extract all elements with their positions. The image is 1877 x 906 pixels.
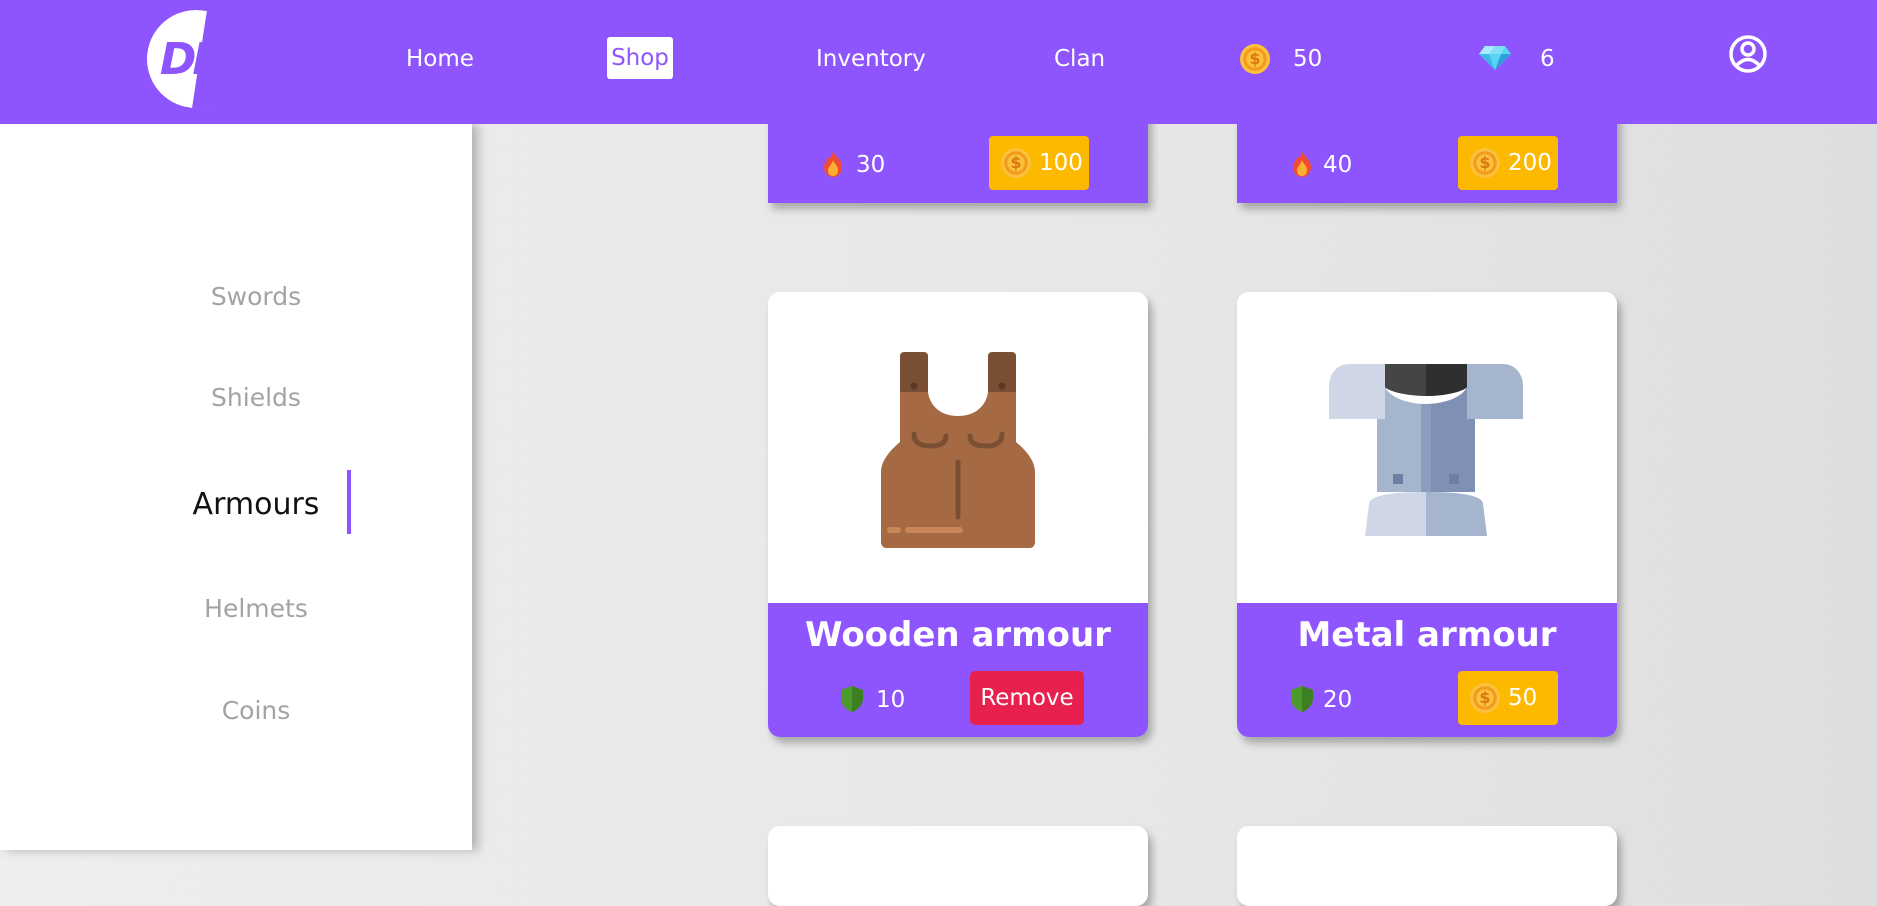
logo-text: DM (159, 34, 236, 85)
card-footer: Metal armour 20 50 (1237, 603, 1617, 737)
metal-armour-icon (1329, 364, 1523, 536)
sidebar-item-armours[interactable]: Armours (0, 485, 512, 525)
nav-shop[interactable]: Shop (607, 37, 673, 79)
sidebar-item-swords[interactable]: Swords (0, 281, 512, 313)
coin-icon (1240, 44, 1270, 74)
fire-icon (1293, 151, 1311, 177)
sidebar-item-helmets[interactable]: Helmets (0, 593, 512, 625)
shop-card-metal-armour: Metal armour 20 50 (1237, 292, 1617, 737)
coin-icon (1001, 148, 1031, 178)
logo[interactable]: DM (143, 10, 249, 108)
shop-card-wooden-armour: Wooden armour 10 Remove (768, 292, 1148, 737)
diamond-icon (1479, 46, 1511, 70)
gem-balance: 6 (1540, 46, 1555, 72)
nav-inventory[interactable]: Inventory (816, 44, 926, 74)
shop-card (1237, 826, 1617, 906)
active-indicator (347, 470, 351, 534)
buy-button[interactable]: 50 (1458, 671, 1558, 725)
stat-value: 10 (876, 687, 906, 713)
card-image-area (1237, 292, 1617, 603)
buy-button[interactable]: 100 (989, 136, 1089, 190)
price-label: 100 (1039, 150, 1083, 176)
nav-home[interactable]: Home (406, 44, 474, 74)
shield-icon (841, 686, 863, 712)
coin-icon (1470, 148, 1500, 178)
card-footer: Wooden armour 10 Remove (768, 603, 1148, 737)
stat-value: 30 (856, 152, 886, 178)
category-sidebar: Swords Shields Armours Helmets Coins (0, 124, 472, 850)
sidebar-item-coins[interactable]: Coins (0, 695, 512, 727)
shop-card (768, 826, 1148, 906)
remove-button[interactable]: Remove (970, 671, 1084, 725)
stat-value: 20 (1323, 687, 1353, 713)
top-navbar: DM Home Shop Inventory Clan 50 6 (0, 0, 1877, 124)
item-name: Wooden armour (805, 615, 1111, 655)
stat-value: 40 (1323, 152, 1353, 178)
fire-icon (824, 151, 842, 177)
item-name: Metal armour (1297, 615, 1557, 655)
coin-icon (1470, 683, 1500, 713)
sidebar-item-shields[interactable]: Shields (0, 382, 512, 414)
coin-balance: 50 (1293, 46, 1323, 72)
card-image-area (768, 292, 1148, 603)
shield-icon (1291, 686, 1313, 712)
price-label: 50 (1508, 685, 1538, 711)
buy-button[interactable]: 200 (1458, 136, 1558, 190)
price-label: 200 (1508, 150, 1552, 176)
wooden-armour-icon (881, 352, 1035, 548)
user-profile-icon[interactable] (1728, 34, 1768, 74)
nav-clan[interactable]: Clan (1054, 44, 1105, 74)
